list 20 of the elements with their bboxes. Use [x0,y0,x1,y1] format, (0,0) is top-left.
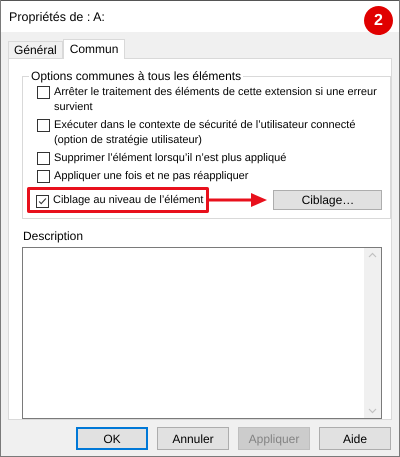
checkbox[interactable] [37,170,50,183]
dialog-button[interactable]: OK [76,427,148,450]
checkbox-label: Ciblage au niveau de l’élément [53,193,204,208]
tab[interactable]: Général [8,41,63,58]
checkbox[interactable] [37,152,50,165]
window-title: Propriétés de : A: [9,10,105,24]
dialog-button[interactable]: Annuler [157,427,229,450]
dialog-button[interactable]: Aide [319,427,391,450]
description-field[interactable] [22,247,382,419]
tab[interactable]: Commun [62,39,126,59]
checkbox[interactable] [36,194,49,208]
targeting-button[interactable]: Ciblage… [273,190,382,210]
checkbox[interactable] [37,86,50,99]
checkbox-label: Supprimer l’élément lorsqu’il n’est plus appliqué [54,151,286,166]
checkbox-label: Exécuter dans le contexte de sécurité de l’utilisateur connecté (option de stratégie utilisateur) [54,118,356,148]
field-label: Description [23,229,84,243]
group-title: Options communes à tous les éléments [30,69,242,83]
checkbox-label: Appliquer une fois et ne pas réappliquer [54,169,248,184]
checkbox-label: Arrêter le traitement des éléments de cette extension si une erreur survient [54,85,378,115]
checkbox[interactable] [37,119,50,132]
